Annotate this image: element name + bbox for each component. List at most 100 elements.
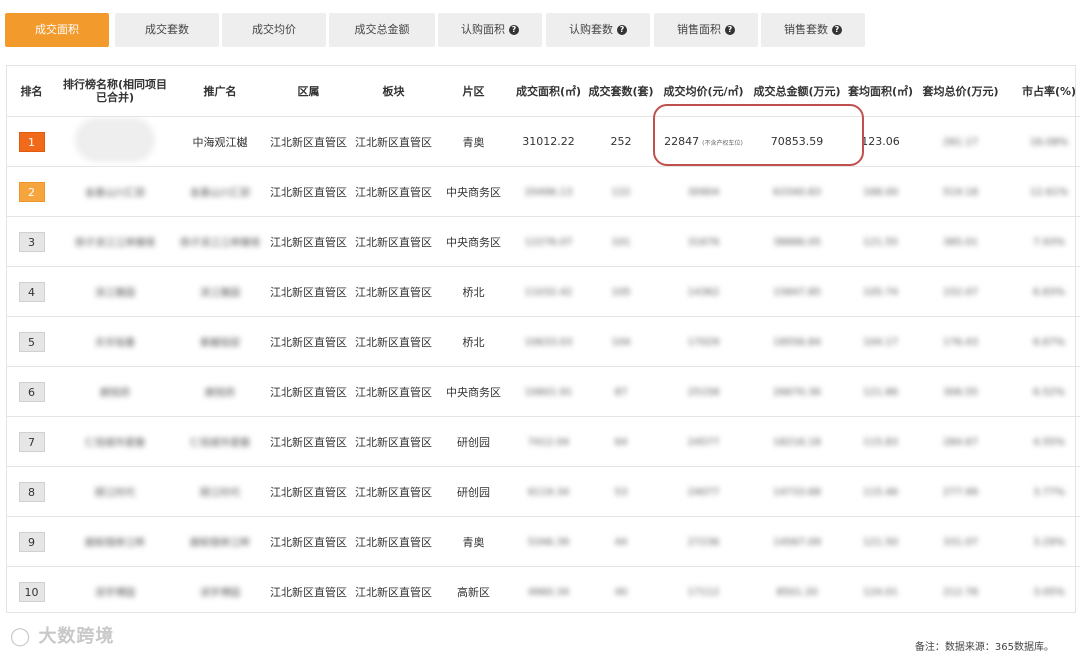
tab-7[interactable]: 销售面积? <box>654 13 758 47</box>
cell-avg-total: 519.18 <box>918 166 1003 217</box>
cell-value: 江北新区直管区 <box>270 135 347 149</box>
cell-value: 212.78 <box>943 587 978 598</box>
cell-deal-units: 252 <box>586 116 656 167</box>
cell-share: 6.52% <box>1003 366 1080 417</box>
redacted-name <box>75 118 155 162</box>
cell-value: 63340.83 <box>773 187 821 198</box>
cell-value: 江北新区直管区 <box>355 485 432 499</box>
help-icon[interactable]: ? <box>832 25 842 35</box>
help-icon[interactable]: ? <box>725 25 735 35</box>
rank-badge: 1 <box>18 131 45 152</box>
cell-avg-area: 115.46 <box>843 466 918 517</box>
cell-avg-price: 17112 <box>656 567 751 617</box>
table-row[interactable]: 8 颐江时代 颐江时代 江北新区直管区 江北新区直管区 研创园 6119.34 53 24077… <box>7 466 1080 517</box>
column-header: 成交均价(元/㎡) <box>656 66 751 117</box>
cell-avg-total: 306.55 <box>918 366 1003 417</box>
cell-value: 6119.34 <box>527 487 570 498</box>
cell-block: 江北新区直管区 <box>351 466 436 517</box>
cell-area: 桥北 <box>436 266 511 317</box>
table-row[interactable]: 1 中海观江樾 江北新区直管区 江北新区直管区 青奥 31012.22 252 22847 (不… <box>7 116 1080 167</box>
column-header: 成交面积(㎡) <box>511 66 586 117</box>
column-header: 排名 <box>7 66 56 117</box>
cell-value: 中央商务区 <box>446 235 501 249</box>
table-row[interactable]: 4 滨江雅园 滨江雅园 江北新区直管区 江北新区直管区 桥北 11032.42 105 1436… <box>7 266 1080 317</box>
cell-area: 中央商务区 <box>436 216 511 267</box>
tab-4[interactable]: 成交总金额 <box>329 13 435 47</box>
cell-value: 滨江雅园 <box>95 288 135 299</box>
cell-district: 江北新区直管区 <box>266 266 351 317</box>
cell-value: 江北新区直管区 <box>270 335 347 349</box>
cell-value: 105.74 <box>863 287 898 298</box>
cell-deal-units: 64 <box>586 416 656 467</box>
cell-value: 7412.04 <box>527 437 570 448</box>
cell-block: 江北新区直管区 <box>351 266 436 317</box>
cell-value: 3.05% <box>1033 587 1065 598</box>
cell-name: 颐江时代 <box>56 466 174 517</box>
cell-value: 江北新区直管区 <box>355 535 432 549</box>
help-icon[interactable]: ? <box>509 25 519 35</box>
cell-promo: 滨宇博园 <box>174 567 266 617</box>
cell-deal-area: 7412.04 <box>511 416 586 467</box>
tab-8[interactable]: 销售套数? <box>761 13 865 47</box>
cell-total: 14733.68 <box>751 466 843 517</box>
cell-value: 152.07 <box>943 287 978 298</box>
tab-5[interactable]: 认购面积? <box>438 13 542 47</box>
tab-2[interactable]: 成交套数 <box>115 13 219 47</box>
cell-avg-price: 27236 <box>656 516 751 567</box>
column-header: 排行榜名称(相同项目已合并) <box>56 66 174 117</box>
cell-value: 121.55 <box>863 237 898 248</box>
tab-1[interactable]: 成交面积 <box>5 13 109 47</box>
tab-label: 认购套数 <box>569 23 613 36</box>
cell-value: 青奥 <box>462 535 485 549</box>
ranking-table-container: 排名 排行榜名称(相同项目已合并) 推广名 区属 板块 片区 成交面积(㎡) 成交套数(套) 成… <box>6 65 1080 613</box>
cell-value: 金基山川汇邸 <box>190 188 250 199</box>
tab-3[interactable]: 成交均价 <box>222 13 326 47</box>
table-row[interactable]: 6 朗悦府 朗悦府 江北新区直管区 江北新区直管区 中央商务区 10601.91 87 2515… <box>7 366 1080 417</box>
cell-value: 高新区 <box>457 585 490 599</box>
tab-6[interactable]: 认购套数? <box>546 13 650 47</box>
cell-deal-area: 12276.07 <box>511 216 586 267</box>
cell-value: 15847.85 <box>773 287 821 298</box>
rank-badge: 6 <box>18 381 45 402</box>
cell-value: 20496.13 <box>524 187 573 198</box>
cell-block: 江北新区直管区 <box>351 366 436 417</box>
help-icon[interactable]: ? <box>617 25 627 35</box>
cell-value: 朗悦府 <box>100 388 130 399</box>
cell-value: 6.67% <box>1033 337 1065 348</box>
cell-value: 3.29% <box>1033 537 1065 548</box>
cell-value: 桥北 <box>462 335 485 349</box>
table-row[interactable]: 10 滨宇博园 滨宇博园 江北新区直管区 江北新区直管区 高新区 4960.34 40 1711… <box>7 567 1080 617</box>
cell-value: 64 <box>614 437 628 448</box>
cell-value: 江北新区直管区 <box>355 435 432 449</box>
cell-value: 38886.05 <box>773 237 821 248</box>
cell-deal-area: 11032.42 <box>511 266 586 317</box>
cell-value: 江北新区直管区 <box>355 385 432 399</box>
cell-value: 123.06 <box>861 135 900 148</box>
tab-label: 成交总金额 <box>354 23 410 36</box>
cell-value: 天华铭著 <box>95 338 135 349</box>
column-header: 片区 <box>436 66 511 117</box>
rank-cell: 7 <box>7 416 56 467</box>
rank-badge: 3 <box>18 231 45 252</box>
table-row[interactable]: 3 扬子滨江江岸臻境 扬子滨江江岸臻境 江北新区直管区 江北新区直管区 中央商务区 1227… <box>7 216 1080 267</box>
ranking-table: 排名 排行榜名称(相同项目已合并) 推广名 区属 板块 片区 成交面积(㎡) 成交套数(套) 成… <box>7 66 1080 616</box>
cell-value: 115.83 <box>863 437 898 448</box>
cell-value: 中海观江樾 <box>192 135 248 149</box>
cell-total: 15847.85 <box>751 266 843 317</box>
table-row[interactable]: 5 天华铭著 紫樾铭邸 江北新区直管区 江北新区直管区 桥北 10633.03 104 1702… <box>7 316 1080 367</box>
cell-value: 70853.59 <box>770 135 824 148</box>
table-row[interactable]: 2 金基山川汇邸 金基山川汇邸 江北新区直管区 江北新区直管区 中央商务区 20496.13… <box>7 166 1080 217</box>
cell-deal-units: 87 <box>586 366 656 417</box>
table-row[interactable]: 9 朗和锦岸江畔 朗和锦岸江畔 江北新区直管区 江北新区直管区 青奥 5346.39 44 27… <box>7 516 1080 567</box>
table-row[interactable]: 7 仁恒城市星徽 仁恒城市星徽 江北新区直管区 江北新区直管区 研创园 7412.04 64 2… <box>7 416 1080 467</box>
rank-badge: 2 <box>18 181 45 202</box>
cell-name: 朗和锦岸江畔 <box>56 516 174 567</box>
column-header: 成交总金额(万元) <box>751 66 843 117</box>
cell-value: 3.77% <box>1033 487 1065 498</box>
cell-total: 8501.20 <box>751 567 843 617</box>
cell-avg-price: 30904 <box>656 166 751 217</box>
cell-share: 12.61% <box>1003 166 1080 217</box>
rank-cell: 3 <box>7 216 56 267</box>
rank-badge: 7 <box>18 431 45 452</box>
cell-deal-area: 4960.34 <box>511 567 586 617</box>
